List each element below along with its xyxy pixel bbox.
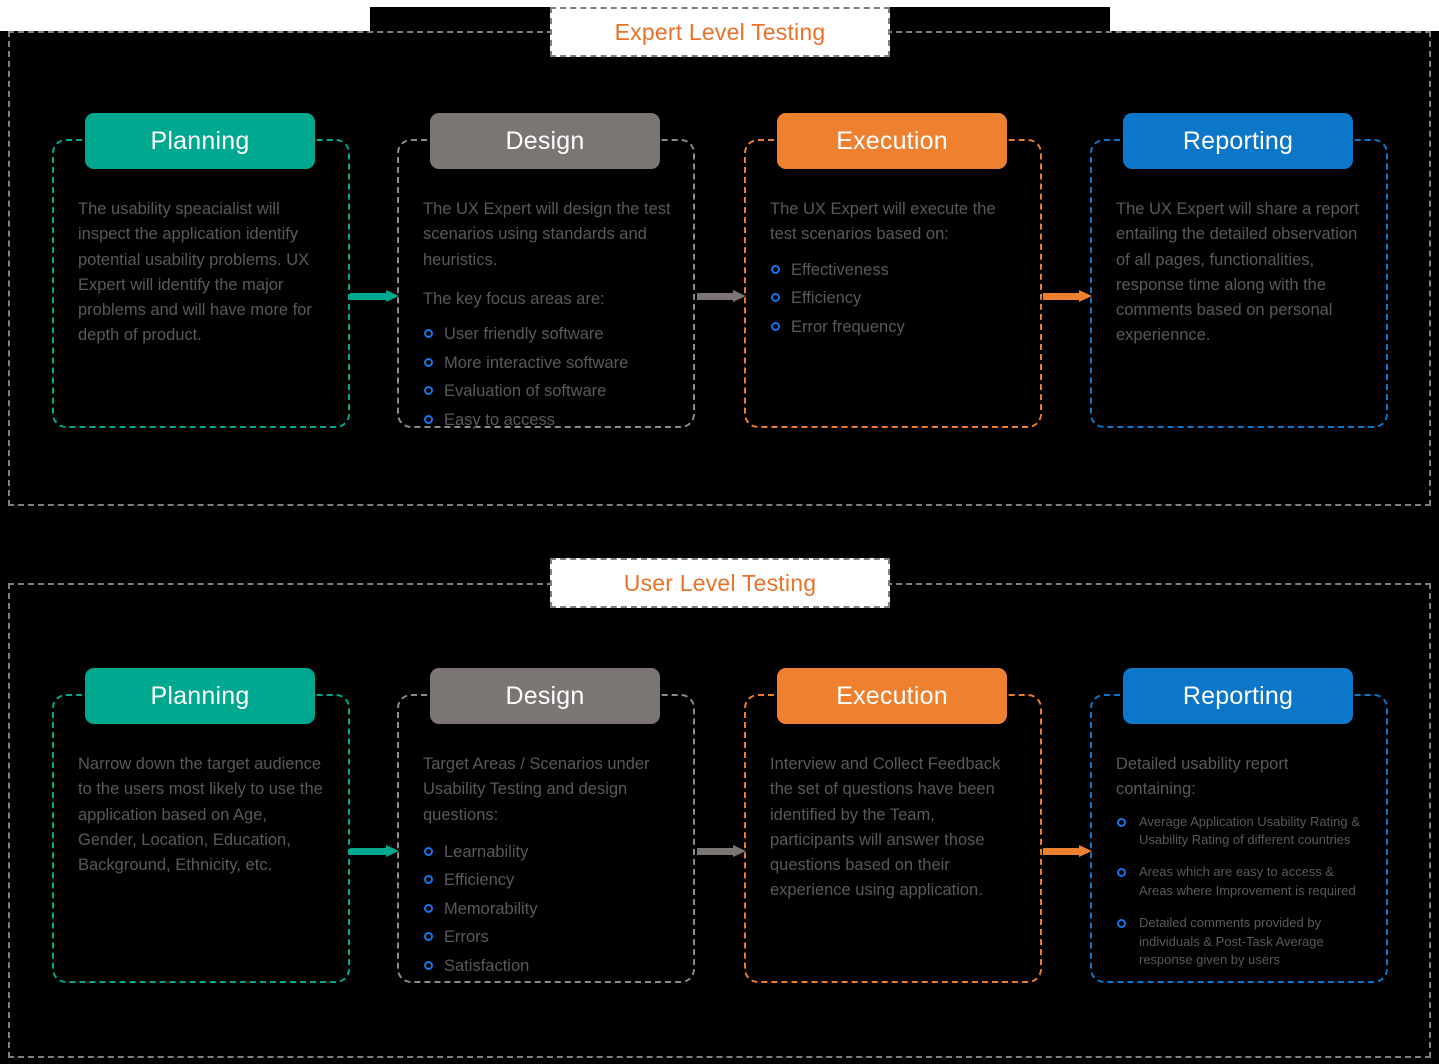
list-item: Evaluation of software [423, 377, 673, 406]
list-item: Learnability [423, 838, 673, 867]
bullet-list: User friendly software More interactive … [423, 320, 673, 434]
bullet-ring-icon [771, 293, 780, 303]
arrow-execution-to-reporting [1043, 845, 1092, 857]
list-item-label: Efficiency [444, 871, 515, 890]
card-header-execution: Execution [777, 668, 1007, 724]
bullet-ring-icon [424, 386, 433, 396]
section-title-user: User Level Testing [550, 558, 890, 608]
list-item: User friendly software [423, 320, 673, 349]
arrow-execution-to-reporting [1043, 290, 1092, 302]
card-content: The UX Expert will design the test scena… [397, 139, 695, 429]
list-item-label: Efficiency [791, 289, 862, 308]
list-item-label: Errors [444, 928, 489, 947]
bullet-list: Effectiveness Efficiency Error frequency [770, 256, 1020, 342]
section-title-expert: Expert Level Testing [550, 7, 890, 57]
list-item-label: Learnability [444, 842, 529, 861]
list-item-label: More interactive software [444, 353, 629, 372]
card-paragraph: The usability speacialist will inspect t… [78, 200, 312, 345]
arrow-design-to-execution [697, 845, 746, 857]
bullet-ring-icon [424, 960, 433, 970]
card-content: Detailed usability report containing: Av… [1090, 694, 1388, 983]
arrow-planning-to-design [350, 845, 399, 857]
top-white-strip-right [1110, 0, 1439, 31]
top-white-strip-left [0, 0, 370, 31]
card-expert-reporting[interactable]: Reporting The UX Expert will share a rep… [1090, 113, 1388, 428]
list-item: Areas which are easy to access & Areas w… [1116, 863, 1366, 901]
card-expert-execution[interactable]: Execution The UX Expert will execute the… [744, 113, 1042, 428]
card-paragraph: The key focus areas are: [423, 289, 605, 308]
card-user-design[interactable]: Design Target Areas / Scenarios under Us… [397, 668, 695, 983]
card-expert-planning[interactable]: Planning The usability speacialist will … [52, 113, 350, 428]
list-item: Effectiveness [770, 256, 1020, 285]
list-item: Easy to access [423, 406, 673, 435]
list-item: Memorability [423, 895, 673, 924]
list-item-label: Average Application Usability Rating & U… [1139, 813, 1360, 848]
arrow-planning-to-design [350, 290, 399, 302]
list-item-label: User friendly software [444, 325, 604, 344]
bullet-list: Average Application Usability Rating & U… [1116, 813, 1366, 971]
card-content: Target Areas / Scenarios under Usability… [397, 694, 695, 983]
list-item-label: Easy to access [444, 410, 555, 429]
list-item-label: Detailed comments provided by individual… [1139, 914, 1324, 968]
card-paragraph: The UX Expert will share a report entail… [1116, 200, 1360, 345]
card-content: The usability speacialist will inspect t… [52, 139, 350, 428]
card-user-planning[interactable]: Planning Narrow down the target audience… [52, 668, 350, 983]
list-item-label: Error frequency [791, 317, 905, 336]
list-item: Detailed comments provided by individual… [1116, 914, 1366, 970]
card-paragraph: Narrow down the target audience to the u… [78, 755, 323, 875]
bullet-ring-icon [1117, 817, 1126, 827]
card-user-execution[interactable]: Execution Interview and Collect Feedback… [744, 668, 1042, 983]
list-item: Efficiency [423, 866, 673, 895]
card-header-planning: Planning [85, 668, 315, 724]
card-content: The UX Expert will execute the test scen… [744, 139, 1042, 428]
bullet-ring-icon [424, 357, 433, 367]
bullet-ring-icon [1117, 868, 1126, 878]
list-item-label: Satisfaction [444, 956, 530, 975]
bullet-ring-icon [424, 414, 433, 424]
card-expert-design[interactable]: Design The UX Expert will design the tes… [397, 113, 695, 429]
list-item-label: Evaluation of software [444, 382, 607, 401]
list-item: More interactive software [423, 349, 673, 378]
bullet-ring-icon [424, 875, 433, 885]
card-header-design: Design [430, 668, 660, 724]
bullet-ring-icon [424, 329, 433, 339]
card-user-reporting[interactable]: Reporting Detailed usability report cont… [1090, 668, 1388, 983]
bullet-ring-icon [424, 846, 433, 856]
list-item-label: Effectiveness [791, 260, 889, 279]
list-item: Average Application Usability Rating & U… [1116, 813, 1366, 851]
bullet-ring-icon [424, 932, 433, 942]
card-header-reporting: Reporting [1123, 668, 1353, 724]
card-paragraph: The UX Expert will design the test scena… [423, 200, 671, 269]
card-header-reporting: Reporting [1123, 113, 1353, 169]
card-paragraph: Interview and Collect Feedback the set o… [770, 755, 1001, 900]
card-header-execution: Execution [777, 113, 1007, 169]
list-item: Errors [423, 923, 673, 952]
card-content: The UX Expert will share a report entail… [1090, 139, 1388, 428]
bullet-ring-icon [424, 903, 433, 913]
list-item: Efficiency [770, 284, 1020, 313]
bullet-ring-icon [1117, 918, 1126, 928]
bullet-ring-icon [771, 321, 780, 331]
card-paragraph: Detailed usability report containing: [1116, 755, 1289, 799]
list-item-label: Areas which are easy to access & Areas w… [1139, 864, 1356, 898]
list-item: Error frequency [770, 313, 1020, 342]
top-white-strip-mid [370, 0, 1110, 7]
list-item: Satisfaction [423, 952, 673, 981]
list-item-label: Memorability [444, 899, 538, 918]
card-content: Narrow down the target audience to the u… [52, 694, 350, 983]
card-paragraph: Target Areas / Scenarios under Usability… [423, 755, 650, 824]
card-header-design: Design [430, 113, 660, 169]
card-header-planning: Planning [85, 113, 315, 169]
arrow-design-to-execution [697, 290, 746, 302]
bullet-list: Learnability Efficiency Memorability Err… [423, 838, 673, 981]
diagram-canvas: Expert Level Testing Planning The usabil… [0, 0, 1439, 1064]
card-paragraph: The UX Expert will execute the test scen… [770, 200, 996, 244]
card-content: Interview and Collect Feedback the set o… [744, 694, 1042, 983]
bullet-ring-icon [771, 264, 780, 274]
